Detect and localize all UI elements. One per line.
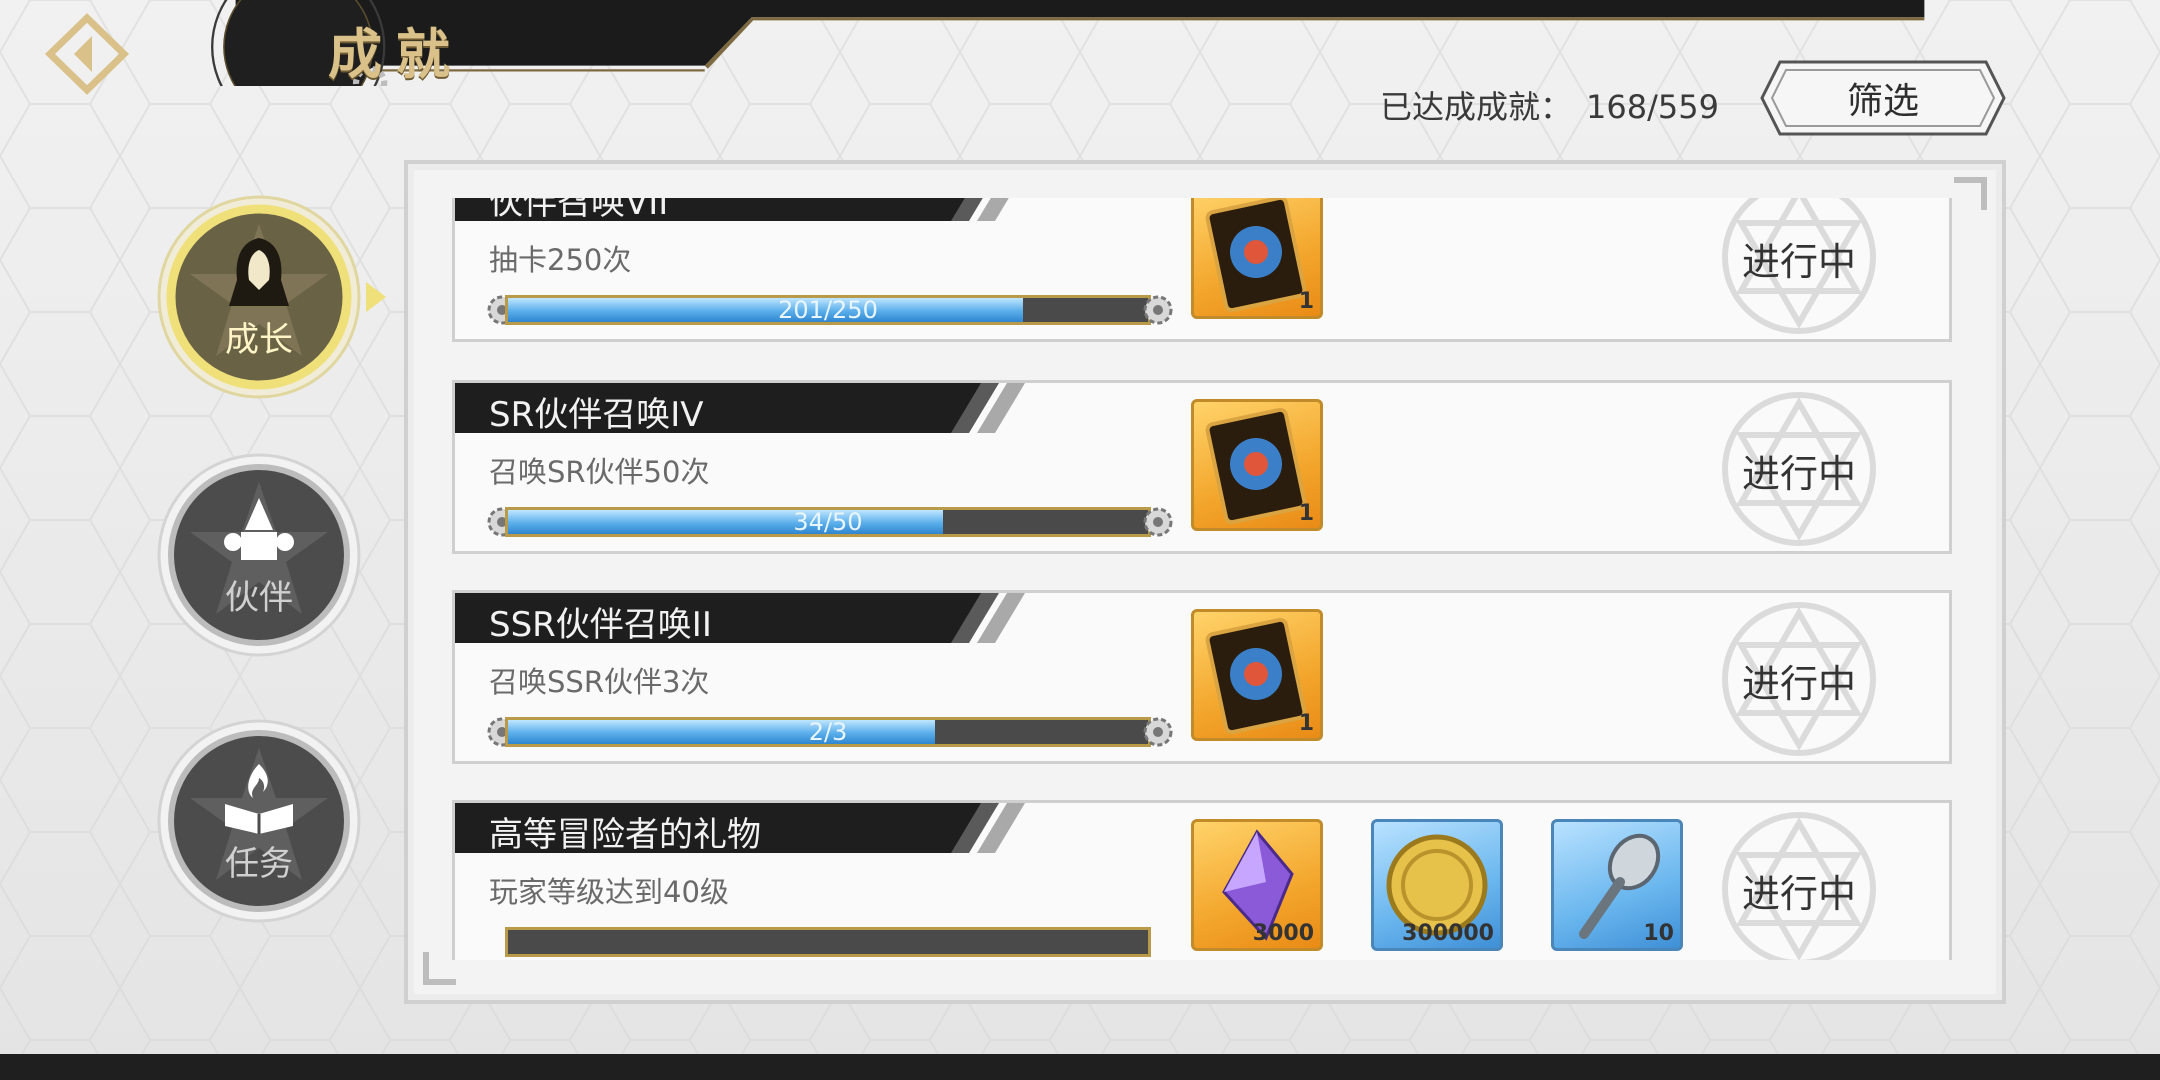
reward-summon-card[interactable]: 1 xyxy=(1191,609,1323,741)
name-bar-stripes xyxy=(925,593,1025,643)
achievement-card: SSR伙伴召唤II 召唤SSR伙伴3次 2/3 1 进行中 xyxy=(452,590,1952,764)
name-bar-stripes xyxy=(925,803,1025,853)
progress-gear-icon xyxy=(1143,295,1173,325)
reward-qty: 3000 xyxy=(1252,921,1314,946)
status-text: 进行中 xyxy=(1741,452,1856,496)
progress-text: 34/50 xyxy=(793,508,863,536)
reward-crystal[interactable]: 3000 xyxy=(1191,819,1323,951)
status-text: 进行中 xyxy=(1741,662,1856,706)
achievement-desc: 召唤SSR伙伴3次 xyxy=(489,665,710,699)
progress-bar: 2/3 xyxy=(485,713,1175,751)
progress-track: 34/50 xyxy=(505,507,1151,537)
bottom-bar xyxy=(0,1054,2160,1080)
reward-qty: 1 xyxy=(1298,501,1314,526)
achievement-card: SR伙伴召唤IV 召唤SR伙伴50次 34/50 1 进行中 xyxy=(452,380,1952,554)
achievement-card: 伙伴召唤VII 抽卡250次 201/250 1 进行中 xyxy=(452,198,1952,342)
nav-quests[interactable]: 任务 xyxy=(156,718,362,924)
achievement-desc: 召唤SR伙伴50次 xyxy=(489,455,710,489)
nav-quests-label: 任务 xyxy=(225,844,293,884)
progress-track: 201/250 xyxy=(505,295,1151,325)
reward-summon-card[interactable]: 1 xyxy=(1191,399,1323,531)
status-badge: 进行中 xyxy=(1699,602,1899,756)
nav-companions[interactable]: 伙伴 xyxy=(156,452,362,658)
progress-bar: 34/50 xyxy=(485,503,1175,541)
reward-qty: 300000 xyxy=(1402,921,1494,946)
status-text: 进行中 xyxy=(1741,872,1856,916)
progress-bar: 201/250 xyxy=(485,291,1175,329)
progress-gear-icon xyxy=(1143,507,1173,537)
reward-qty: 1 xyxy=(1298,711,1314,736)
progress-track xyxy=(505,927,1151,957)
page-title: 成就 xyxy=(328,23,464,86)
filter-button-label: 筛选 xyxy=(1846,81,1919,122)
progress-bar xyxy=(485,923,1175,960)
nav-growth[interactable]: 成长 xyxy=(156,194,386,400)
achievement-list[interactable]: 伙伴召唤VII 抽卡250次 201/250 1 进行中 SR伙伴召唤IV 召唤… xyxy=(448,198,1958,960)
companions-icon xyxy=(224,498,294,560)
counter-value: 168/559 xyxy=(1586,88,1719,126)
progress-gear-icon xyxy=(1143,717,1173,747)
status-text: 进行中 xyxy=(1741,240,1856,284)
achievement-card: 高等冒险者的礼物 玩家等级达到40级 3000 300000 10 进行中 xyxy=(452,800,1952,960)
achievement-name: 伙伴召唤VII xyxy=(489,198,669,223)
back-button[interactable] xyxy=(42,10,132,98)
nav-companions-label: 伙伴 xyxy=(225,578,293,618)
achievement-name: SR伙伴召唤IV xyxy=(489,395,704,435)
reward-qty: 1 xyxy=(1298,289,1314,314)
achievement-desc: 玩家等级达到40级 xyxy=(489,875,729,909)
book-flame-icon xyxy=(225,764,293,834)
reward-spoon[interactable]: 10 xyxy=(1551,819,1683,951)
progress-text: 2/3 xyxy=(808,718,848,746)
achievement-counter: 已达成成就： 168/559 xyxy=(1380,82,1719,128)
achievement-desc: 抽卡250次 xyxy=(489,243,632,277)
name-bar-stripes xyxy=(925,198,1009,221)
counter-label: 已达成成就： xyxy=(1380,88,1573,126)
nav-growth-label: 成长 xyxy=(225,320,293,360)
progress-track: 2/3 xyxy=(505,717,1151,747)
name-bar-stripes xyxy=(925,383,1025,433)
reward-qty: 10 xyxy=(1643,921,1674,946)
status-badge: 进行中 xyxy=(1699,392,1899,546)
achievement-name: 高等冒险者的礼物 xyxy=(489,815,761,855)
achievement-name: SSR伙伴召唤II xyxy=(489,605,712,645)
hooded-figure-icon xyxy=(229,238,289,306)
reward-summon-card[interactable]: 1 xyxy=(1191,198,1323,319)
progress-text: 201/250 xyxy=(778,296,878,324)
status-badge: 进行中 xyxy=(1699,812,1899,960)
status-badge: 进行中 xyxy=(1699,198,1899,334)
filter-button[interactable]: 筛选 xyxy=(1760,60,2006,136)
reward-gold[interactable]: 300000 xyxy=(1371,819,1503,951)
